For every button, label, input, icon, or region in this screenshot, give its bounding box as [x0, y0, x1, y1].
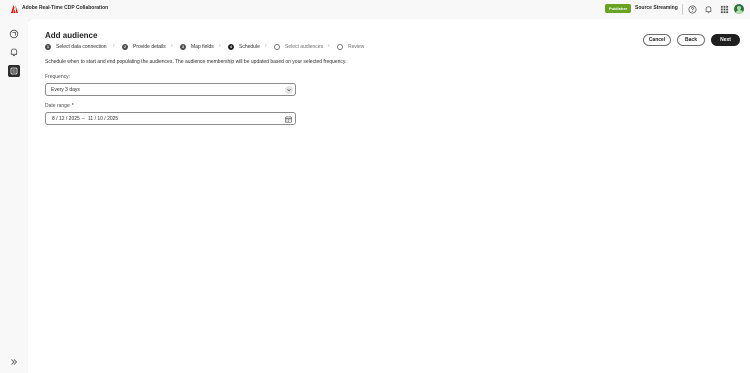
divider — [682, 4, 683, 15]
schedule-description: Schedule when to start and end populatin… — [45, 59, 347, 65]
step-label: Review — [348, 43, 365, 50]
step-schedule[interactable]: 4 Schedule — [228, 43, 260, 50]
step-circle-icon — [337, 43, 343, 50]
step-label: Map fields — [191, 43, 214, 50]
home-icon[interactable] — [9, 29, 19, 39]
chevron-right-icon: › — [328, 43, 330, 49]
step-provide-details[interactable]: 2 Provide details — [122, 43, 166, 50]
step-number: 3 — [180, 43, 186, 50]
start-date-field[interactable]: 8 / 12 / 2025 — [52, 116, 80, 122]
org-switcher[interactable]: Source Streaming — [635, 5, 678, 11]
date-range-label: Date range * — [45, 103, 74, 109]
adobe-logo-icon[interactable] — [11, 5, 18, 13]
calendar-icon[interactable] — [285, 116, 292, 123]
step-label: Select audiences — [285, 43, 324, 50]
step-select-audiences[interactable]: Select audiences — [274, 43, 323, 50]
side-nav — [0, 19, 28, 373]
step-map-fields[interactable]: 3 Map fields — [180, 43, 214, 50]
help-icon[interactable] — [688, 5, 697, 14]
apps-grid-icon[interactable] — [720, 5, 729, 14]
page-title: Add audience — [45, 31, 98, 40]
bell-icon[interactable] — [9, 47, 19, 57]
date-range-separator: – — [82, 116, 85, 122]
chevron-right-icon: › — [265, 43, 267, 49]
cancel-button[interactable]: Cancel — [643, 34, 671, 46]
app-title[interactable]: Adobe Real-Time CDP Collaboration — [22, 5, 108, 11]
date-range-label-text: Date range — [45, 103, 70, 109]
step-label: Provide details — [133, 43, 166, 50]
step-label: Select data connection — [56, 43, 107, 50]
date-range-picker[interactable]: 8 / 12 / 2025 – 11 / 10 / 2025 — [45, 112, 296, 125]
bell-icon[interactable] — [704, 5, 713, 14]
step-number: 4 — [228, 43, 234, 50]
step-review[interactable]: Review — [337, 43, 364, 50]
back-button[interactable]: Back — [677, 34, 705, 46]
next-button[interactable]: Next — [711, 34, 740, 46]
step-number: 1 — [45, 43, 51, 50]
main-panel — [28, 19, 750, 373]
chevron-right-icon: › — [171, 43, 173, 49]
chevron-right-icon: › — [113, 43, 115, 49]
role-badge: Publisher — [605, 4, 632, 13]
step-circle-icon — [274, 43, 280, 50]
expand-nav-icon[interactable] — [10, 358, 18, 366]
chevron-down-icon[interactable] — [285, 86, 293, 94]
avatar[interactable] — [734, 4, 744, 14]
step-number: 2 — [122, 43, 128, 50]
step-label: Schedule — [239, 43, 260, 50]
required-marker: * — [71, 103, 74, 109]
audiences-icon[interactable] — [8, 65, 20, 77]
step-select-data-connection[interactable]: 1 Select data connection — [45, 43, 107, 50]
frequency-value: Every 3 days — [51, 87, 80, 93]
top-bar: Adobe Real-Time CDP Collaboration Publis… — [0, 0, 750, 19]
end-date-field[interactable]: 11 / 10 / 2025 — [88, 116, 118, 122]
chevron-right-icon: › — [219, 43, 221, 49]
frequency-label: Frequency: — [45, 74, 71, 80]
frequency-select[interactable]: Every 3 days — [45, 83, 296, 96]
